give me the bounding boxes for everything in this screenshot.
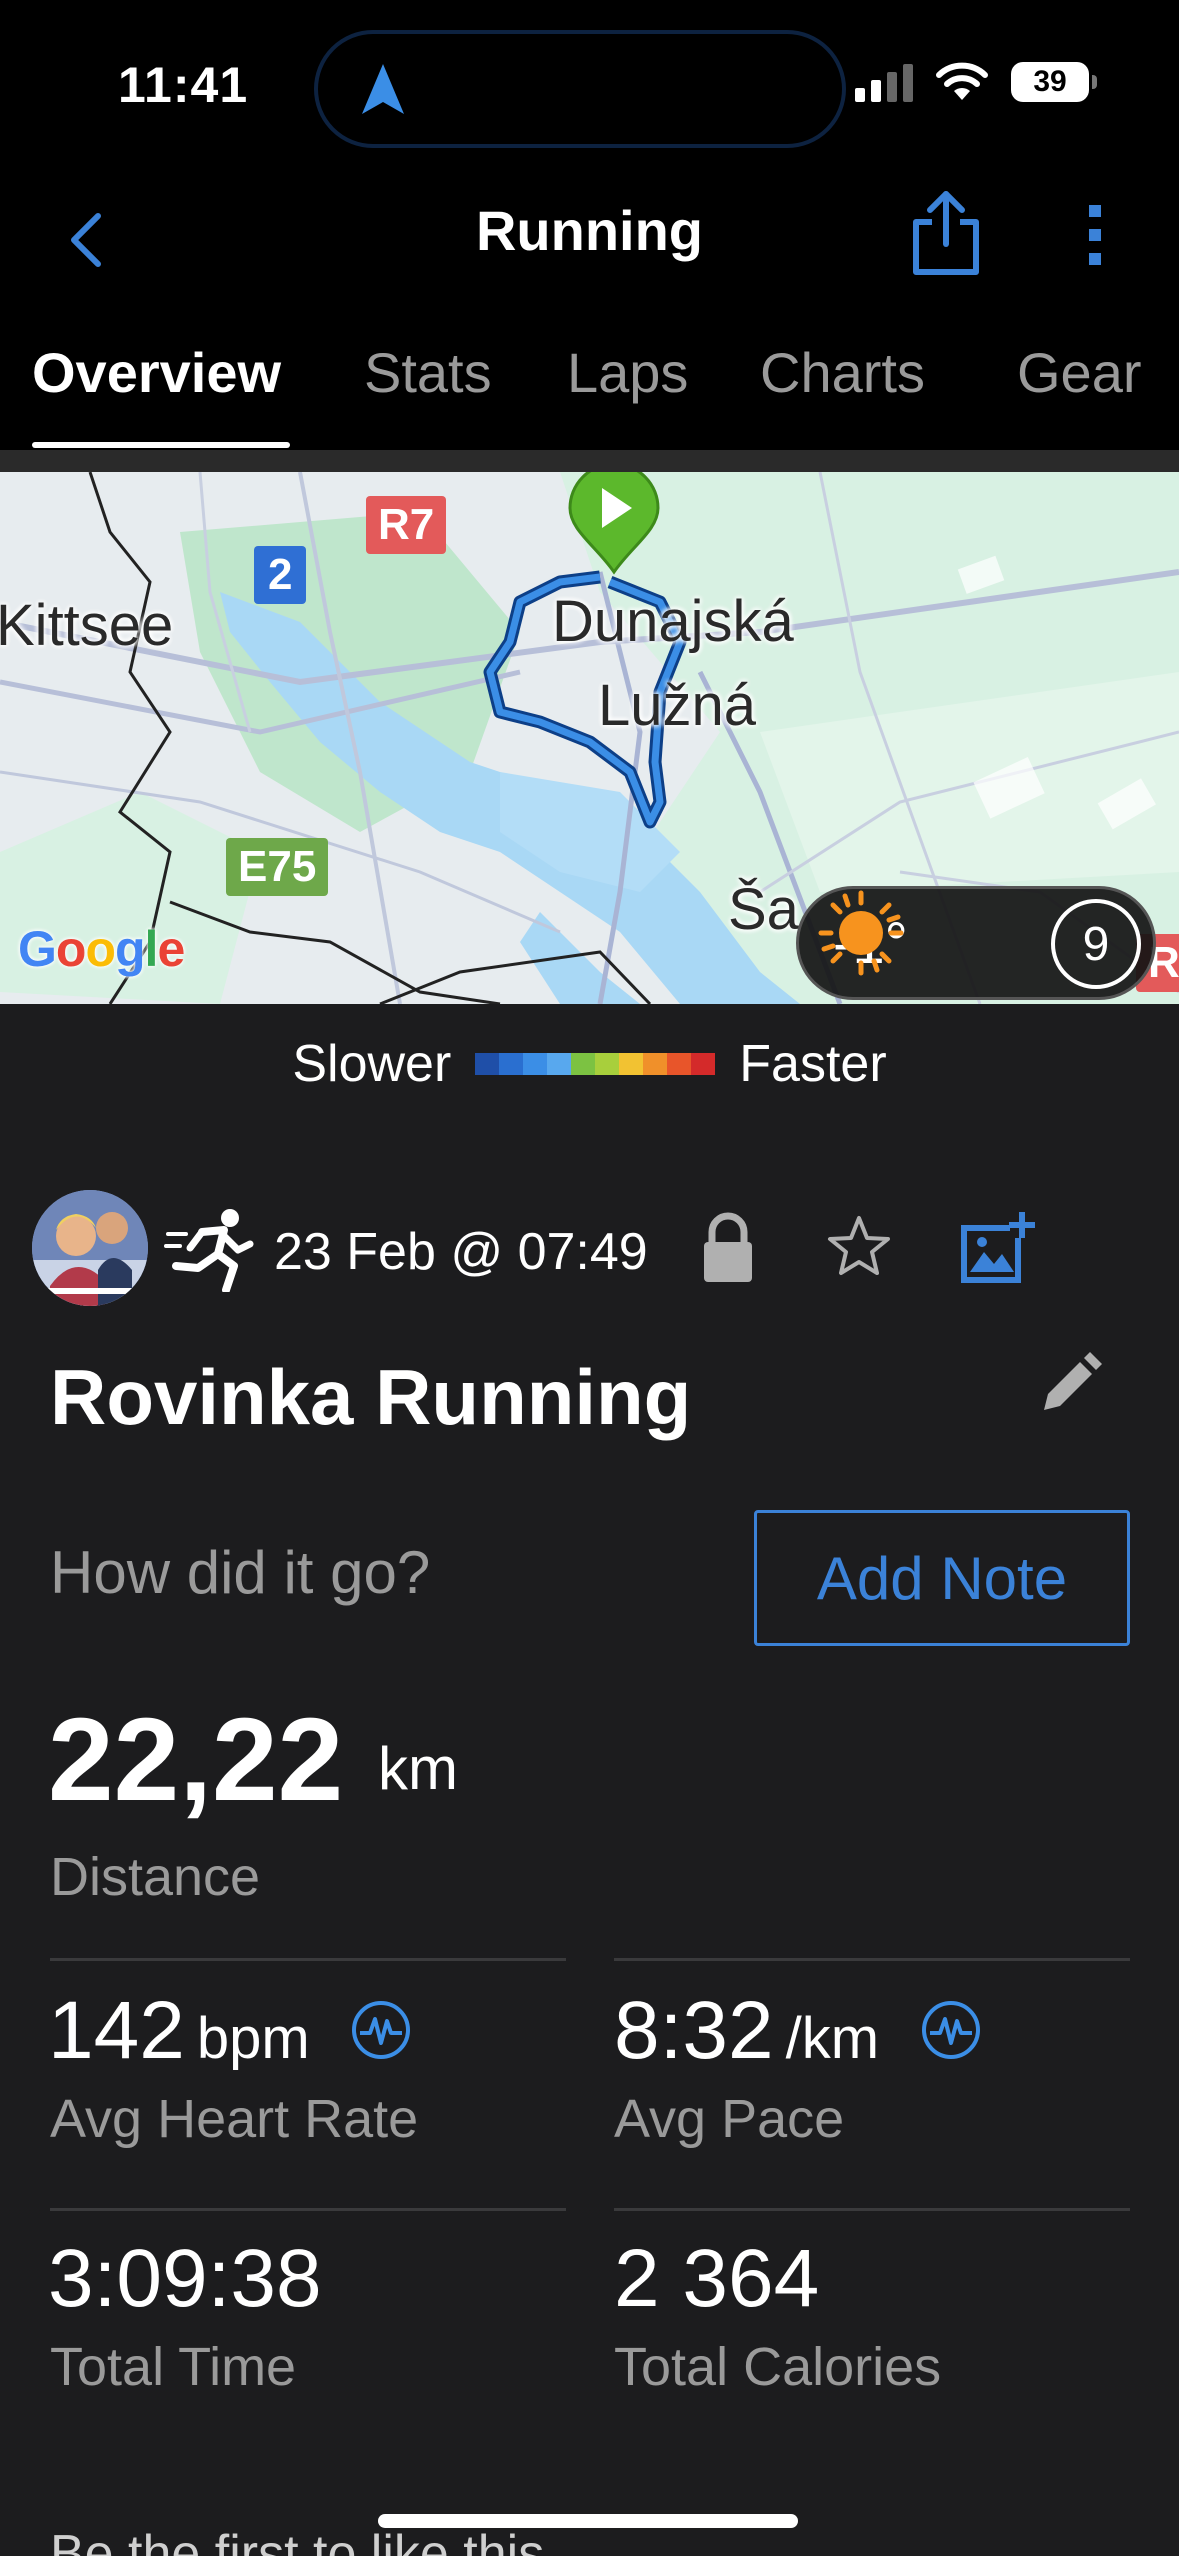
start-marker-icon: [568, 472, 660, 575]
google-logo-letter: o: [55, 921, 87, 977]
more-vertical-icon: [1089, 205, 1101, 265]
divider: [614, 1958, 1130, 1961]
google-logo-letter: l: [144, 921, 159, 977]
total-calories-value: 2 364: [614, 2233, 820, 2324]
activity-date: 23 Feb @ 07:49: [274, 1223, 648, 1281]
stat-unit: /km: [785, 2006, 880, 2071]
route-map[interactable]: Kittsee Dunajská Lužná Ša R7 2 E75 R Goo…: [0, 472, 1179, 1004]
dynamic-island: [314, 30, 846, 148]
battery-indicator: 39: [1011, 62, 1097, 102]
add-note-button[interactable]: Add Note: [754, 1510, 1130, 1646]
divider: [50, 1958, 566, 1961]
back-button[interactable]: [50, 200, 130, 280]
legend-color-swatch: [499, 1053, 524, 1075]
home-indicator[interactable]: [378, 2514, 798, 2528]
distance-value: 22,22: [48, 1694, 344, 1826]
legend-color-swatch: [667, 1053, 692, 1075]
weather-badge[interactable]: -1° 9: [796, 886, 1156, 1000]
stat-unit: bpm: [196, 2006, 310, 2071]
avg-heart-rate-value: 142 bpm: [48, 1984, 412, 2078]
total-calories-label: Total Calories: [614, 2337, 942, 2397]
legend-color-swatch: [475, 1053, 500, 1075]
legend-color-swatch: [523, 1053, 548, 1075]
more-button[interactable]: [1075, 195, 1115, 275]
cellular-signal-icon: [855, 64, 913, 102]
wifi-icon: [936, 62, 988, 100]
avg-pace-label: Avg Pace: [614, 2089, 845, 2149]
activity-meta-row: 23 Feb @ 07:49: [32, 1190, 1152, 1306]
stat-number: 142: [48, 1985, 185, 2076]
map-label-kittsee: Kittsee: [0, 593, 174, 658]
activity-card: 23 Feb @ 07:49 Rovinka Running How did i…: [0, 1124, 1179, 2556]
legend-faster-label: Faster: [739, 1035, 887, 1093]
road-badge-e75: E75: [226, 838, 329, 896]
divider: [50, 2208, 566, 2211]
google-logo-letter: G: [18, 921, 57, 977]
lock-icon[interactable]: [698, 1210, 758, 1286]
pace-monitor-icon[interactable]: [920, 1999, 982, 2061]
legend-color-swatch: [643, 1053, 668, 1075]
legend-slower-label: Slower: [292, 1035, 452, 1093]
tab-stats[interactable]: Stats: [364, 340, 492, 405]
total-time-label: Total Time: [50, 2337, 297, 2397]
tab-bar: Overview Stats Laps Charts Gear: [0, 310, 1179, 450]
avg-pace-value: 8:32/km: [614, 1984, 982, 2078]
active-tab-indicator: [32, 442, 290, 448]
tab-gear[interactable]: Gear: [1017, 340, 1142, 405]
tab-overview[interactable]: Overview: [32, 340, 281, 405]
add-photo-icon[interactable]: [958, 1208, 1038, 1288]
sun-icon: [818, 890, 904, 976]
road-badge-2: 2: [254, 546, 307, 604]
avatar-image: [32, 1190, 148, 1306]
map-label-sa: Ša: [728, 877, 799, 942]
tabs-divider: [0, 450, 1179, 472]
status-icons: 39: [855, 62, 1097, 102]
feedback-prompt: How did it go?: [50, 1539, 431, 1606]
edit-pencil-icon[interactable]: [1034, 1350, 1104, 1420]
share-icon: [913, 191, 979, 275]
road-badge-r7: R7: [366, 496, 447, 554]
total-time-value: 3:09:38: [48, 2233, 322, 2324]
distance-unit: km: [378, 1735, 458, 1802]
avatar[interactable]: [32, 1190, 148, 1306]
status-time: 11:41: [118, 57, 249, 113]
wind-speed-indicator: 9: [1051, 899, 1141, 989]
distance-label: Distance: [50, 1847, 261, 1907]
pace-legend: Slower Faster: [0, 1004, 1179, 1124]
divider: [614, 2208, 1130, 2211]
legend-color-swatch: [571, 1053, 596, 1075]
running-activity-icon: [164, 1209, 254, 1292]
activity-title: Rovinka Running: [50, 1353, 692, 1441]
favorite-star-icon[interactable]: [824, 1212, 894, 1282]
legend-color-swatch: [595, 1053, 620, 1075]
chevron-left-icon: [71, 213, 101, 267]
tab-laps[interactable]: Laps: [567, 340, 688, 405]
map-label-dunajska: Dunajská: [552, 589, 794, 654]
legend-color-swatch: [691, 1053, 716, 1075]
google-logo-letter: e: [157, 921, 185, 977]
map-label-luzna: Lužná: [598, 673, 757, 738]
stat-number: 8:32: [614, 1985, 774, 2076]
google-logo-letter: o: [85, 921, 116, 977]
pace-color-bar: [475, 1053, 716, 1075]
avg-heart-rate-label: Avg Heart Rate: [50, 2089, 419, 2149]
status-bar: 11:41 39: [0, 0, 1179, 170]
legend-color-swatch: [619, 1053, 644, 1075]
heart-rate-monitor-icon[interactable]: [350, 1999, 412, 2061]
tab-charts[interactable]: Charts: [760, 340, 925, 405]
google-logo: Google: [18, 920, 185, 978]
location-arrow-icon: [362, 64, 404, 114]
legend-color-swatch: [547, 1053, 572, 1075]
share-button[interactable]: [906, 188, 986, 278]
like-prompt[interactable]: Be the first to like this: [50, 2524, 544, 2556]
google-logo-letter: g: [115, 921, 146, 977]
page-title: Running: [475, 199, 704, 262]
nav-header: Running: [0, 170, 1179, 310]
